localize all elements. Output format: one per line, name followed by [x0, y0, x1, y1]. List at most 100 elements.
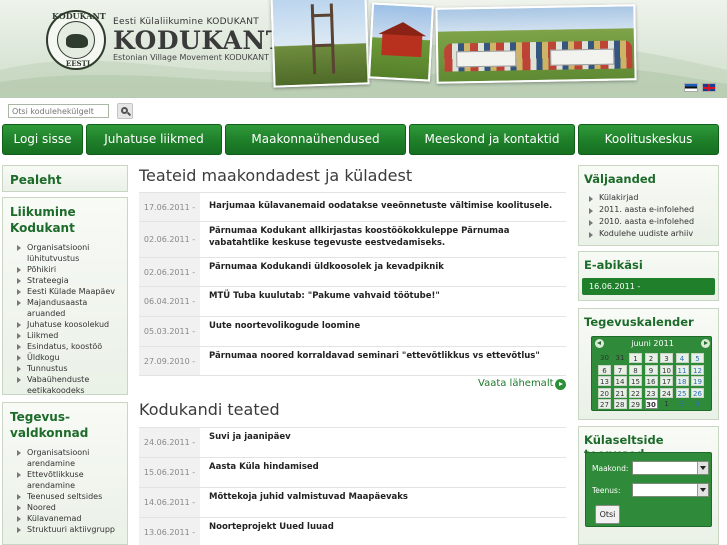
sidebar-item-entrepreneurship[interactable]: Ettevõtlikkuse arendamine — [15, 469, 123, 491]
sidebar-movement-title[interactable]: Liikumine Kodukant — [3, 198, 127, 242]
calendar-day[interactable]: 11 — [675, 364, 689, 375]
calendar-day[interactable]: 8 — [629, 364, 642, 375]
kodukant-news-list: 24.06.2011 - Suvi ja jaanipäev 15.06.201… — [139, 427, 566, 545]
publication-item[interactable]: 2010. aasta e-infolehed — [587, 216, 714, 228]
sidebar-item-recognition[interactable]: Tunnustus — [15, 363, 123, 374]
sidebar-item-annual-reports[interactable]: Majandusaasta aruanded — [15, 297, 123, 319]
chevron-down-icon[interactable] — [697, 484, 708, 496]
sidebar-item-village-parliament[interactable]: Eesti Külade Maapäev — [15, 286, 123, 297]
sidebar-home-link[interactable]: Pealeht — [3, 166, 127, 194]
calendar-day[interactable]: 2 — [644, 353, 658, 363]
sidebar-item-village-elders[interactable]: Külavanemad — [15, 513, 123, 524]
calendar-day[interactable]: 1 — [629, 353, 642, 363]
nav-login[interactable]: Logi sisse — [2, 124, 83, 155]
sidebar-item-statutes[interactable]: Põhikiri — [15, 264, 123, 275]
sidebar-item-representation[interactable]: Esindatus, koostöö — [15, 341, 123, 352]
calendar-day[interactable]: 22 — [629, 387, 642, 398]
news-date: 17.06.2011 - — [139, 193, 200, 221]
sidebar-item-services[interactable]: Teenused seltsides — [15, 491, 123, 502]
publication-item[interactable]: Kodulehe uudiste arhiiv — [587, 228, 714, 240]
news-title-link[interactable]: Pärnumaa noored korraldavad seminari "et… — [209, 350, 562, 362]
calendar-day[interactable]: 28 — [613, 399, 627, 409]
calendar-day[interactable]: 18 — [675, 376, 689, 386]
calendar-day[interactable]: 14 — [613, 376, 627, 386]
brand-title[interactable]: KODUKANT — [113, 26, 285, 55]
news-title-link[interactable]: MTÜ Tuba kuulutab: "Pakume vahvaid töötu… — [209, 290, 562, 302]
calendar-title[interactable]: Tegevuskalender — [579, 309, 718, 335]
calendar-day[interactable]: 29 — [629, 399, 642, 409]
calendar-day[interactable]: 15 — [629, 376, 642, 386]
nav-training-centre[interactable]: Koolituskeskus — [578, 124, 719, 155]
calendar-day[interactable]: 13 — [598, 376, 611, 386]
calendar-day[interactable]: 10 — [660, 364, 673, 375]
calendar-day[interactable]: 9 — [644, 364, 658, 375]
sidebar-areas-title[interactable]: Tegevus-valdkonnad — [3, 403, 127, 447]
calendar-day[interactable]: 12 — [691, 364, 704, 375]
news-title-link[interactable]: Suvi ja jaanipäev — [209, 431, 562, 443]
news-title-link[interactable]: Pärnumaa Kodukandi üldkoosolek ja kevadp… — [209, 261, 562, 273]
news-title-link[interactable]: Noorteprojekt Uued luuad — [209, 521, 562, 533]
sidebar-item-structure-group[interactable]: Struktuuri aktiivgrupp — [15, 524, 123, 535]
news-date: 06.04.2011 - — [139, 287, 200, 316]
nav-county-unions[interactable]: Maakonnaühendused — [225, 124, 406, 155]
service-label: Teenus: — [592, 486, 621, 495]
publications-list: Külakirjad 2011. aasta e-infolehed 2010.… — [579, 192, 718, 246]
ebikas-title[interactable]: E-abikäsi — [579, 252, 718, 278]
county-select[interactable] — [632, 461, 709, 475]
news-title-link[interactable]: Pärnumaa Kodukant allkirjastas koostööko… — [209, 225, 562, 249]
calendar-day[interactable]: 3 — [660, 353, 673, 363]
news-title-link[interactable]: Uute noortevolikogude loomine — [209, 320, 562, 332]
news-row: 24.06.2011 - Suvi ja jaanipäev — [139, 427, 566, 457]
chevron-down-icon[interactable] — [697, 462, 708, 474]
calendar-day: 3 — [695, 400, 700, 408]
read-more-link[interactable]: Vaata lähemalt — [478, 378, 554, 389]
sidebar-home-box: Pealeht — [2, 165, 128, 192]
calendar-day[interactable]: 6 — [598, 364, 611, 375]
calendar-day[interactable]: 23 — [644, 387, 658, 398]
calendar-day[interactable]: 19 — [691, 376, 704, 386]
sidebar-item-board-meetings[interactable]: Juhatuse koosolekud — [15, 319, 123, 330]
calendar-day[interactable]: 26 — [691, 387, 704, 398]
calendar-day[interactable]: 30 — [644, 399, 658, 409]
news-title-link[interactable]: Aasta Küla hindamised — [209, 461, 562, 473]
news-row: 13.06.2011 - Noorteprojekt Uued luuad — [139, 517, 566, 545]
sidebar-item-ethics-code[interactable]: Vabaühenduste eetikakoodeks — [15, 374, 123, 396]
publication-item[interactable]: 2011. aasta e-infolehed — [587, 204, 714, 216]
calendar-day[interactable]: 25 — [675, 387, 689, 398]
news-title-link[interactable]: Harjumaa külavanemaid oodatakse veeõnnet… — [209, 200, 562, 212]
sidebar-item-org-intro[interactable]: Organisatsiooni lühitutvustus — [15, 242, 123, 264]
news-row: 27.09.2010 - Pärnumaa noored korraldavad… — [139, 346, 566, 376]
publication-item[interactable]: Külakirjad — [587, 192, 714, 204]
sidebar-item-general-assembly[interactable]: Üldkogu — [15, 352, 123, 363]
estonian-flag-icon[interactable] — [684, 83, 698, 92]
publications-title[interactable]: Väljaanded — [579, 166, 718, 192]
language-switcher — [684, 83, 718, 93]
sidebar-item-youth[interactable]: Noored — [15, 502, 123, 513]
news-date: 15.06.2011 - — [139, 458, 200, 487]
calendar-day[interactable]: 5 — [691, 353, 704, 363]
calendar-day[interactable]: 24 — [660, 387, 673, 398]
sidebar-item-org-development[interactable]: Organisatsiooni arendamine — [15, 447, 123, 469]
news-title-link[interactable]: Mõttekoja juhid valmistuvad Maapäevaks — [209, 491, 562, 503]
calendar-day[interactable]: 4 — [675, 353, 689, 363]
ebikas-item[interactable]: 16.06.2011 - — [582, 278, 715, 295]
chevron-right-icon[interactable] — [701, 339, 710, 348]
search-input[interactable] — [8, 104, 109, 118]
calendar-day[interactable]: 27 — [598, 399, 611, 409]
english-flag-icon[interactable] — [702, 83, 716, 92]
sidebar-item-strategy[interactable]: Strateegia — [15, 275, 123, 286]
logo[interactable]: KODUKANT EESTI — [46, 10, 106, 70]
calendar-day[interactable]: 7 — [613, 364, 627, 375]
nav-board-members[interactable]: Juhatuse liikmed — [86, 124, 222, 155]
news-row: 14.06.2011 - Mõttekoja juhid valmistuvad… — [139, 487, 566, 517]
arrow-right-icon[interactable] — [555, 379, 566, 390]
calendar-day[interactable]: 16 — [644, 376, 658, 386]
sidebar-item-members[interactable]: Liikmed — [15, 330, 123, 341]
nav-team-contacts[interactable]: Meeskond ja kontaktid — [409, 124, 575, 155]
service-select[interactable] — [632, 483, 709, 497]
search-button[interactable] — [117, 103, 133, 119]
calendar-day[interactable]: 20 — [598, 387, 611, 398]
calendar-day[interactable]: 21 — [613, 387, 627, 398]
services-search-button[interactable]: Otsi — [595, 505, 620, 524]
calendar-day[interactable]: 17 — [660, 376, 673, 386]
